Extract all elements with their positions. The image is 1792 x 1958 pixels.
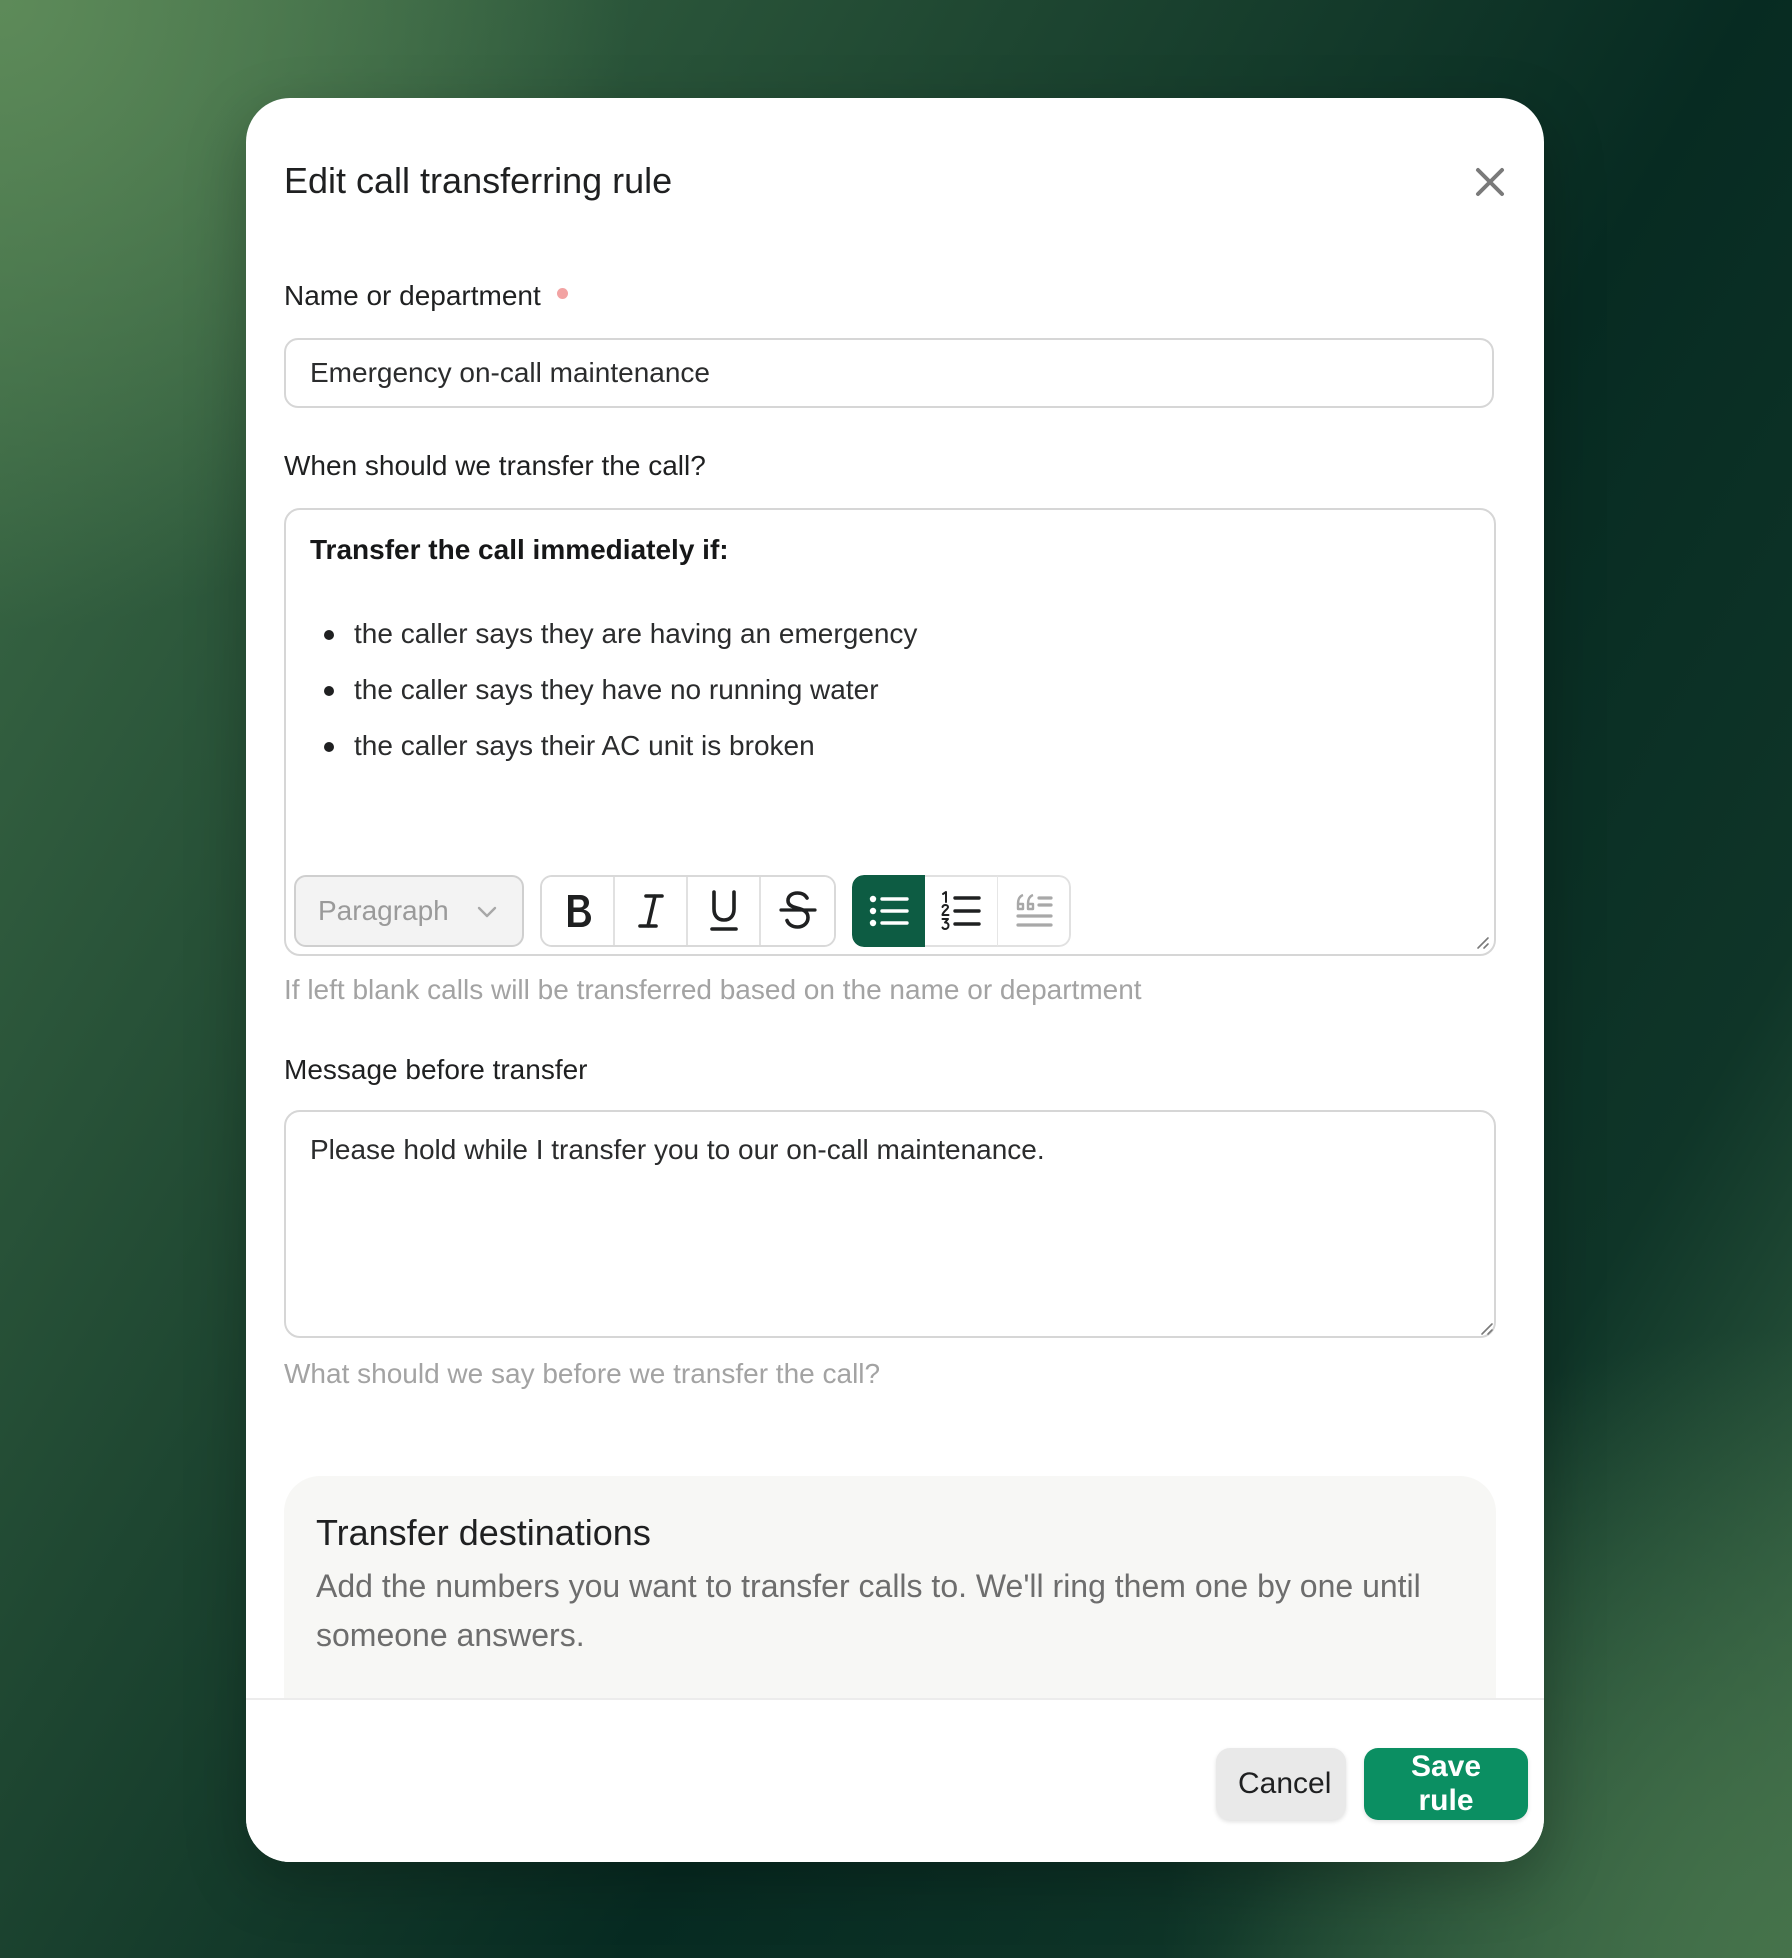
chevron-down-icon [477, 906, 497, 918]
transfer-condition-label: When should we transfer the call? [284, 450, 706, 481]
transfer-destinations-description: Add the numbers you want to transfer cal… [316, 1568, 1421, 1653]
save-rule-button[interactable]: Save rule [1364, 1748, 1528, 1820]
modal-footer: Cancel Save rule [246, 1698, 1544, 1862]
message-field-label: Message before transfer [284, 1054, 588, 1085]
list-item: the caller says their AC unit is broken [310, 728, 917, 784]
list-item: the caller says they have no running wat… [310, 672, 917, 728]
block-type-select[interactable]: Paragraph [294, 875, 524, 947]
quote-button[interactable] [998, 875, 1071, 947]
name-input[interactable] [284, 338, 1494, 408]
format-button-group [540, 875, 836, 947]
italic-button[interactable] [615, 877, 688, 945]
close-button[interactable] [1470, 162, 1510, 202]
strikethrough-icon [778, 891, 817, 929]
bold-button[interactable] [542, 877, 615, 945]
name-field-label: Name or department [284, 280, 568, 312]
message-textarea[interactable]: Please hold while I transfer you to our … [284, 1110, 1496, 1338]
close-icon [1476, 168, 1504, 196]
numbered-list-icon [941, 891, 981, 930]
required-indicator [556, 288, 568, 299]
message-helper: What should we say before we transfer th… [284, 1358, 881, 1389]
editor-toolbar: Paragraph [294, 874, 1071, 948]
name-field-label-text: Name or department [284, 280, 541, 311]
list-item: the caller says they are having an emerg… [310, 616, 917, 672]
resize-handle-icon[interactable] [1474, 934, 1490, 950]
bullet-list-button[interactable] [852, 875, 925, 947]
editor-heading: Transfer the call immediately if: [310, 534, 729, 565]
strikethrough-button[interactable] [761, 877, 834, 945]
editor-bullet-list: the caller says they are having an emerg… [310, 616, 917, 784]
edit-rule-modal: Edit call transferring rule Name or depa… [246, 98, 1544, 1862]
cancel-button[interactable]: Cancel [1216, 1748, 1346, 1820]
list-button-group [852, 875, 1071, 947]
transfer-condition-helper: If left blank calls will be transferred … [284, 974, 1142, 1005]
transfer-condition-editor[interactable]: Transfer the call immediately if: the ca… [284, 508, 1496, 956]
modal-title: Edit call transferring rule [284, 160, 673, 201]
underline-button[interactable] [688, 877, 761, 945]
bold-icon [567, 895, 591, 927]
block-type-value: Paragraph [318, 895, 449, 926]
underline-icon [709, 890, 738, 931]
italic-icon [637, 894, 664, 928]
transfer-destinations-title: Transfer destinations [316, 1512, 651, 1553]
numbered-list-button[interactable] [925, 875, 998, 947]
quote-icon [1015, 893, 1053, 927]
bullet-list-icon [869, 895, 909, 927]
